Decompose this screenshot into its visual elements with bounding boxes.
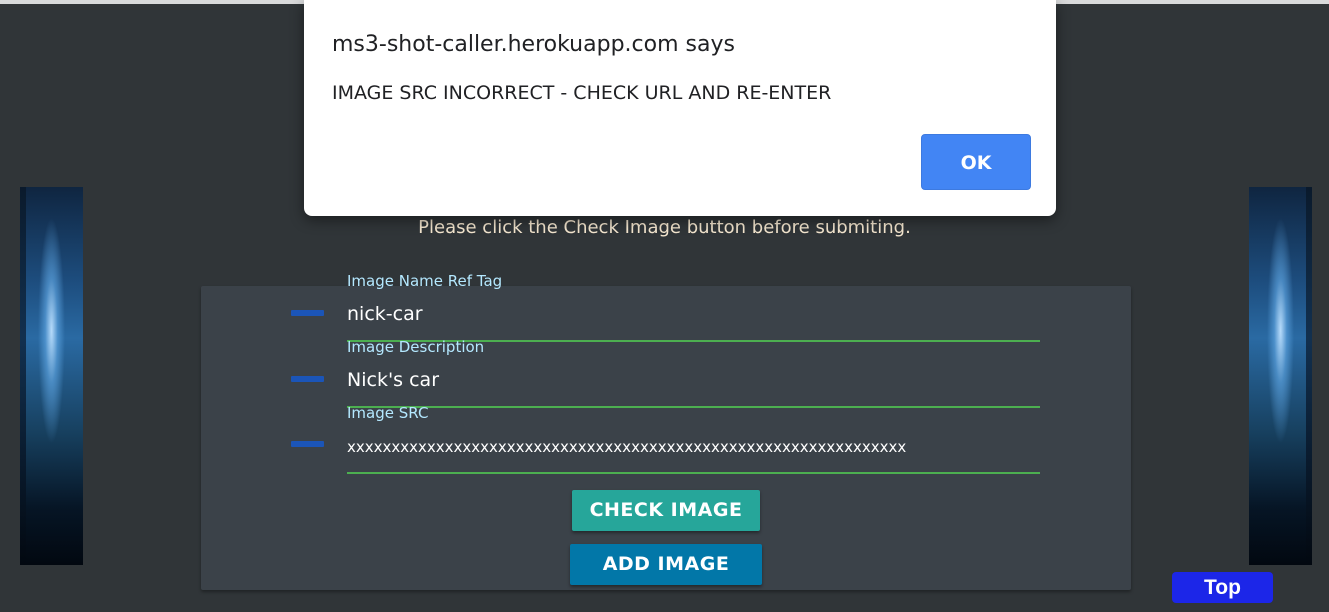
alert-dialog-message: IMAGE SRC INCORRECT - CHECK URL AND RE-E… <box>332 82 832 104</box>
field-marker-icon <box>291 376 324 382</box>
check-image-button[interactable]: CHECK IMAGE <box>572 490 760 531</box>
right-decorative-image <box>1249 187 1312 565</box>
image-description-input[interactable]: Nick's car <box>347 369 1040 399</box>
alert-ok-button[interactable]: OK <box>921 134 1031 190</box>
back-to-top-button[interactable]: Top <box>1172 572 1273 603</box>
add-image-button[interactable]: ADD IMAGE <box>570 544 762 585</box>
image-src-underline <box>347 472 1040 474</box>
alert-dialog-title: ms3-shot-caller.herokuapp.com says <box>332 32 735 57</box>
field-marker-icon <box>291 310 324 316</box>
field-marker-icon <box>291 441 324 447</box>
alert-dialog: ms3-shot-caller.herokuapp.com says IMAGE… <box>304 0 1056 216</box>
image-src-input[interactable]: xxxxxxxxxxxxxxxxxxxxxxxxxxxxxxxxxxxxxxxx… <box>347 438 1040 468</box>
left-decorative-image <box>20 187 83 565</box>
image-src-label: Image SRC <box>347 404 429 422</box>
image-name-ref-tag-label: Image Name Ref Tag <box>347 272 503 290</box>
check-image-instruction: Please click the Check Image button befo… <box>418 217 911 238</box>
image-name-ref-tag-input[interactable]: nick-car <box>347 303 1040 333</box>
image-description-label: Image Description <box>347 338 485 356</box>
image-description-underline <box>347 406 1040 408</box>
